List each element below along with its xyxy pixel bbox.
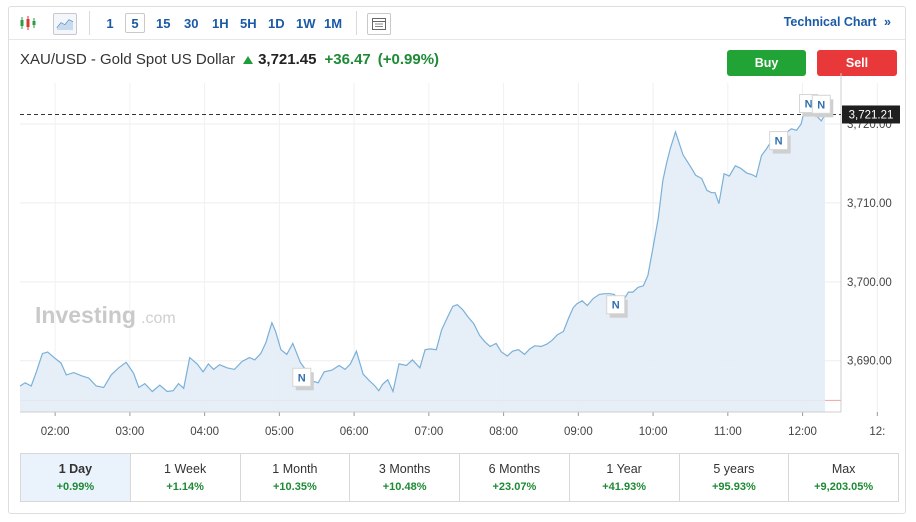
chart-widget: 1 5 15 30 1H 5H 1D 1W 1M Technical Chart… xyxy=(8,6,906,514)
watermark-brand: Investing xyxy=(35,302,136,328)
x-tick-label: 11:00 xyxy=(714,426,742,438)
news-marker-label: N xyxy=(805,99,813,111)
range-1-day[interactable]: 1 Day +0.99% xyxy=(21,454,130,501)
range-change: +23.07% xyxy=(492,481,537,493)
x-tick-label: 03:00 xyxy=(115,426,144,438)
range-1-week[interactable]: 1 Week +1.14% xyxy=(129,454,240,501)
range-label: 5 years xyxy=(713,462,755,476)
y-tick-label: 3,690.00 xyxy=(847,356,892,368)
y-tick-label: 3,700.00 xyxy=(847,277,892,289)
range-change: +0.99% xyxy=(56,481,95,493)
x-tick-label: 02:00 xyxy=(41,426,70,438)
range-5-years[interactable]: 5 years +95.93% xyxy=(678,454,789,501)
x-tick-label: 09:00 xyxy=(564,426,593,438)
news-marker[interactable]: N xyxy=(606,295,628,318)
range-max[interactable]: Max +9,203.05% xyxy=(788,454,898,501)
range-3-months[interactable]: 3 Months +10.48% xyxy=(349,454,459,501)
news-marker[interactable]: N xyxy=(811,94,834,118)
range-label: Max xyxy=(831,462,856,476)
range-1-month[interactable]: 1 Month +10.35% xyxy=(239,454,350,501)
x-tick-label: 08:00 xyxy=(489,426,518,438)
x-tick-label: 07:00 xyxy=(414,426,443,438)
range-change: +1.14% xyxy=(166,481,204,493)
range-change: +41.93% xyxy=(602,481,646,493)
watermark-suffix: .com xyxy=(141,310,176,327)
range-change: +95.93% xyxy=(712,481,756,493)
x-tick-label: 05:00 xyxy=(265,426,294,438)
time-range-selector: 1 Day +0.99% 1 Week +1.14% 1 Month +10.3… xyxy=(20,453,899,502)
range-label: 1 Day xyxy=(58,462,93,476)
range-1-year[interactable]: 1 Year +41.93% xyxy=(568,454,679,501)
news-marker-label: N xyxy=(775,136,783,148)
range-change: +9,203.05% xyxy=(814,481,874,493)
range-6-months[interactable]: 6 Months +23.07% xyxy=(459,454,569,501)
range-label: 6 Months xyxy=(488,462,541,476)
price-area xyxy=(20,102,825,412)
range-label: 1 Year xyxy=(606,462,642,476)
range-label: 3 Months xyxy=(378,462,431,476)
range-change: +10.48% xyxy=(382,481,427,493)
x-tick-label: 12:00 xyxy=(788,426,817,438)
news-marker-label: N xyxy=(298,372,306,384)
x-tick-label: 10:00 xyxy=(639,426,668,438)
y-tick-label: 3,710.00 xyxy=(847,198,892,210)
price-chart[interactable]: Investing .com 3,690.00 3,700.00 3,710.00 3… xyxy=(9,7,907,447)
range-label: 1 Month xyxy=(272,462,318,476)
news-marker[interactable]: N xyxy=(769,131,791,154)
x-tick-label: 04:00 xyxy=(190,426,219,438)
news-marker-label: N xyxy=(817,99,825,111)
x-tick-label: 06:00 xyxy=(340,426,369,438)
range-change: +10.35% xyxy=(273,481,317,493)
x-tick-label: 12: xyxy=(869,426,885,438)
range-label: 1 Week xyxy=(164,462,207,476)
news-marker-label: N xyxy=(612,300,620,312)
news-marker[interactable]: N xyxy=(292,367,314,391)
current-price-label: 3,721.21 xyxy=(849,109,894,121)
